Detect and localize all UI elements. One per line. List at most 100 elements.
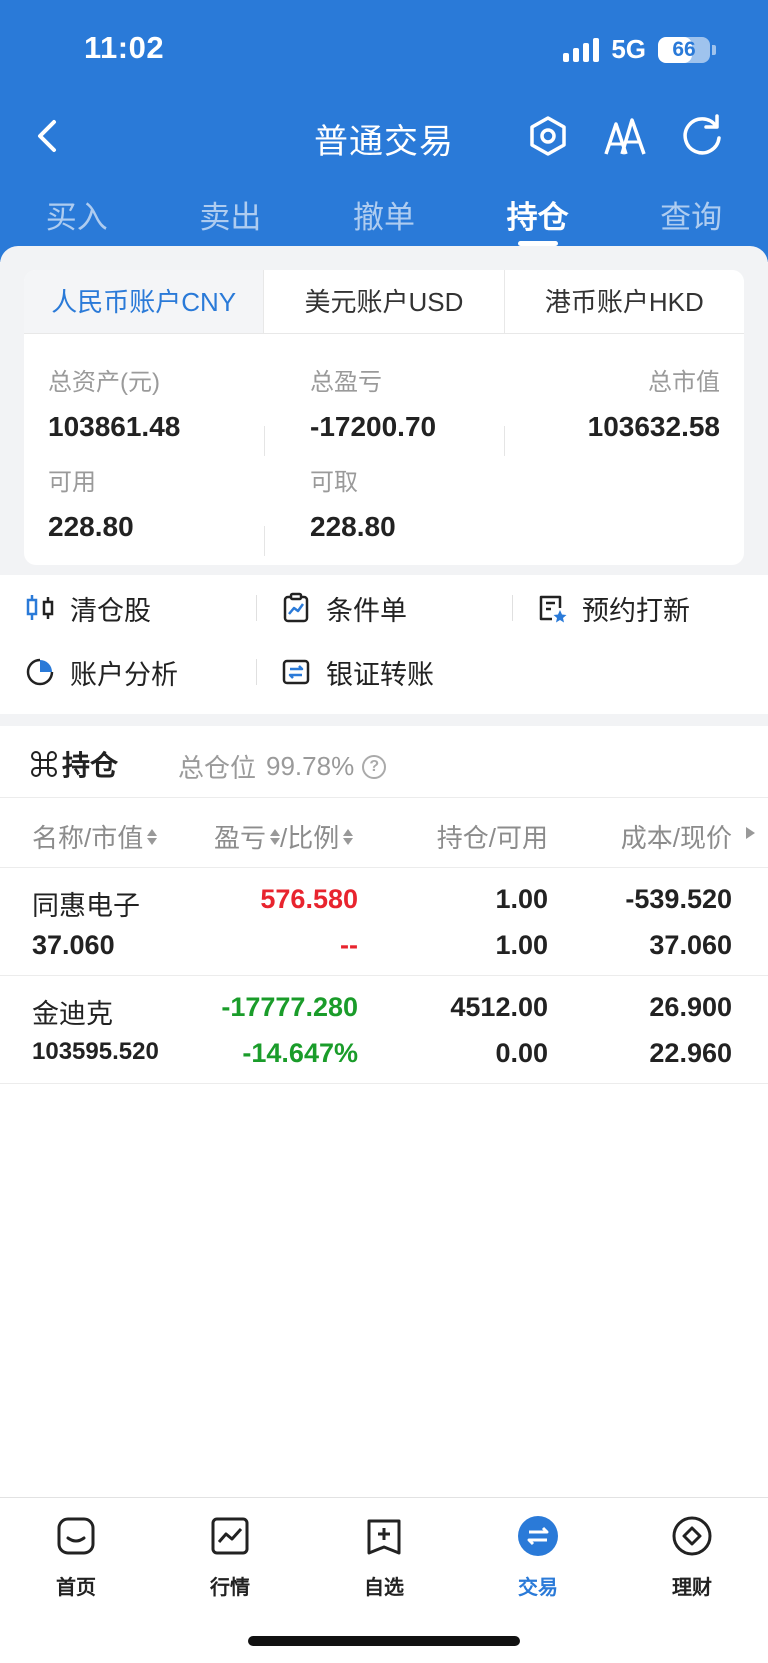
transfer-icon xyxy=(282,659,310,685)
divider xyxy=(512,595,513,621)
battery-nub xyxy=(712,44,716,55)
divider xyxy=(264,526,265,556)
ipo-reserve-icon xyxy=(539,595,567,623)
available: 可用 228.80 xyxy=(48,462,134,543)
nav-bar: 普通交易 xyxy=(0,100,768,172)
sort-icon xyxy=(343,828,354,845)
condition-order-icon xyxy=(283,592,309,623)
nav-market[interactable]: 行情 xyxy=(180,1514,280,1600)
tab-account-cny[interactable]: 人民币账户CNY xyxy=(24,270,264,333)
tab-account-hkd[interactable]: 港币账户HKD xyxy=(503,270,744,333)
action-clear-position[interactable]: 清仓股 xyxy=(24,583,151,633)
stock-name: 金迪克 xyxy=(32,999,113,1029)
holdings-title-text: 持仓 xyxy=(62,750,119,781)
col-cost-label: 成本/现价 xyxy=(620,823,732,853)
home-icon xyxy=(57,1517,95,1555)
scroll-right-icon[interactable] xyxy=(744,826,756,840)
col-ratio-label: /比例 xyxy=(280,823,340,853)
battery-level: 66 xyxy=(672,37,696,61)
withdrawable-label: 可取 xyxy=(310,469,358,496)
action-label: 清仓股 xyxy=(70,595,151,626)
status-time: 11:02 xyxy=(84,30,165,65)
market-value: 103595.520 xyxy=(32,1038,159,1065)
divider xyxy=(504,426,505,456)
account-card: 人民币账户CNY 美元账户USD 港币账户HKD 总资产(元) 103861.4… xyxy=(24,270,744,565)
col-name-value[interactable]: 名称/市值 xyxy=(32,818,158,855)
action-ipo-reserve[interactable]: 预约打新 xyxy=(536,583,690,633)
tab-cancel[interactable]: 撤单 xyxy=(307,180,461,242)
home-indicator[interactable] xyxy=(248,1636,520,1646)
action-label: 账户分析 xyxy=(70,659,178,690)
network-type: 5G xyxy=(611,34,646,64)
trade-tabs: 买入 卖出 撤单 持仓 查询 xyxy=(0,180,768,246)
tab-account-usd[interactable]: 美元账户USD xyxy=(263,270,504,333)
action-account-analysis[interactable]: 账户分析 xyxy=(24,647,178,697)
account-summary: 总资产(元) 103861.48 总盈亏 -17200.70 总市值 10363… xyxy=(24,334,744,564)
settings-hexagon-icon[interactable] xyxy=(522,110,574,162)
tab-holdings[interactable]: 持仓 xyxy=(461,180,615,246)
available-qty: 0.00 xyxy=(495,1038,548,1068)
total-position-value: 99.78% xyxy=(266,751,355,781)
action-label: 条件单 xyxy=(326,595,407,626)
clear-position-icon xyxy=(26,595,54,620)
market-value: 37.060 xyxy=(32,930,115,960)
action-label: 预约打新 xyxy=(582,595,690,626)
wealth-icon xyxy=(672,1516,712,1556)
section-divider xyxy=(0,714,768,726)
cost-price: 26.900 xyxy=(649,992,732,1022)
nav-wealth-label: 理财 xyxy=(672,1577,712,1599)
tab-sell[interactable]: 卖出 xyxy=(154,180,308,242)
action-bank-transfer[interactable]: 银证转账 xyxy=(280,647,434,697)
divider xyxy=(256,595,257,621)
sort-icon xyxy=(270,828,281,845)
nav-wealth[interactable]: 理财 xyxy=(642,1514,742,1600)
table-row[interactable]: 同惠电子 37.060 576.580 -- 1.00 1.00 -539.52… xyxy=(0,868,768,976)
total-position-label: 总仓位 xyxy=(178,753,257,783)
divider xyxy=(264,426,265,456)
col-pl-ratio[interactable]: 盈亏 /比例 xyxy=(214,818,354,855)
total-pl: 总盈亏 -17200.70 xyxy=(310,362,436,443)
nav-home[interactable]: 首页 xyxy=(26,1514,126,1600)
nav-trade[interactable]: 交易 xyxy=(488,1514,588,1600)
action-label: 银证转账 xyxy=(326,659,434,690)
refresh-icon[interactable] xyxy=(676,110,728,162)
font-size-icon[interactable] xyxy=(598,110,650,162)
quick-actions: 清仓股 条件单 预约打新 账户分析 银证转账 xyxy=(0,575,768,715)
holdings-title: 持仓 xyxy=(30,744,118,784)
nav-watchlist-label: 自选 xyxy=(364,1577,404,1599)
help-icon[interactable]: ? xyxy=(362,754,387,779)
tab-buy[interactable]: 买入 xyxy=(0,180,154,242)
profit-loss-ratio: -14.647% xyxy=(242,1038,358,1068)
trade-icon xyxy=(518,1516,558,1556)
page-title: 普通交易 xyxy=(314,123,454,161)
action-condition-order[interactable]: 条件单 xyxy=(280,583,407,633)
nav-watchlist[interactable]: 自选 xyxy=(334,1514,434,1600)
table-row[interactable]: 金迪克 103595.520 -17777.280 -14.647% 4512.… xyxy=(0,976,768,1084)
pie-chart-icon xyxy=(26,658,54,686)
withdrawable-value: 228.80 xyxy=(310,511,396,542)
tab-query[interactable]: 查询 xyxy=(614,180,768,242)
col-hold-label: 持仓/可用 xyxy=(436,823,548,853)
col-hold-available: 持仓/可用 xyxy=(437,818,548,855)
app-header: 11:02 5G 66 普通交易 买入 卖出 撤单 持仓 查询 xyxy=(0,0,768,262)
col-cost-price: 成本/现价 xyxy=(621,818,732,855)
total-assets: 总资产(元) 103861.48 xyxy=(48,362,180,443)
current-price: 22.960 xyxy=(649,1038,732,1068)
cost-price: -539.520 xyxy=(625,884,732,914)
profit-loss: 576.580 xyxy=(260,884,358,914)
profit-loss: -17777.280 xyxy=(221,992,358,1022)
total-assets-value: 103861.48 xyxy=(48,411,181,442)
sort-icon xyxy=(147,828,158,845)
market-icon xyxy=(211,1517,249,1555)
available-value: 228.80 xyxy=(48,511,134,542)
status-bar: 11:02 5G 66 xyxy=(0,0,768,100)
divider xyxy=(256,659,257,685)
signal-icon xyxy=(563,37,600,62)
col-pl-label: 盈亏 xyxy=(214,823,267,853)
holdings-header: 持仓 总仓位 99.78% ? xyxy=(0,726,768,798)
nav-trade-label: 交易 xyxy=(518,1577,558,1599)
nav-market-label: 行情 xyxy=(210,1577,250,1599)
col-name-label: 名称/市值 xyxy=(32,823,144,853)
available-qty: 1.00 xyxy=(495,930,548,960)
profit-loss-ratio: -- xyxy=(340,930,358,960)
